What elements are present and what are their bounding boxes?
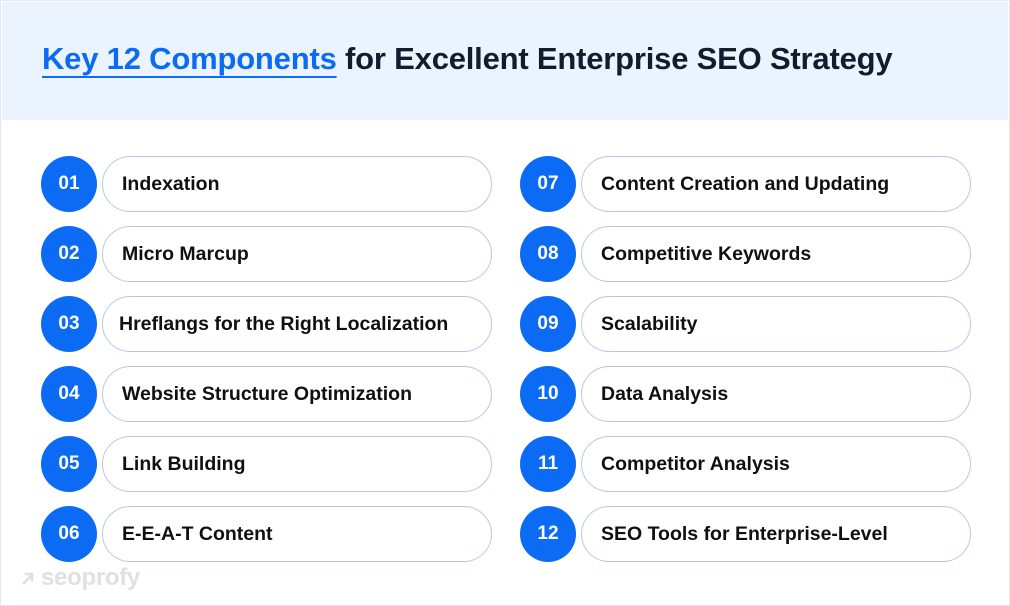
component-label: Micro Marcup (122, 242, 249, 265)
component-item: 06 E-E-A-T Content (41, 506, 493, 562)
component-item: 07 Content Creation and Updating (520, 156, 972, 212)
component-number-badge: 05 (41, 436, 97, 492)
component-number-badge: 08 (520, 226, 576, 282)
page-title: Key 12 Components for Excellent Enterpri… (42, 41, 893, 77)
component-label: E-E-A-T Content (122, 522, 273, 545)
component-label-pill: Competitive Keywords (581, 226, 971, 282)
component-item: 09 Scalability (520, 296, 972, 352)
component-label: Data Analysis (601, 382, 729, 405)
component-item: 05 Link Building (41, 436, 493, 492)
component-label: Indexation (122, 172, 220, 195)
component-label-pill: Link Building (102, 436, 492, 492)
arrow-up-right-icon (22, 572, 34, 585)
component-number-badge: 04 (41, 366, 97, 422)
component-item: 10 Data Analysis (520, 366, 972, 422)
component-item: 01 Indexation (41, 156, 493, 212)
component-label: Website Structure Optimization (122, 382, 413, 405)
component-label-pill: Indexation (102, 156, 492, 212)
component-number-badge: 10 (520, 366, 576, 422)
title-rest: for Excellent Enterprise SEO Strategy (336, 41, 893, 76)
component-item: 03 Hreflangs for the Right Localization (41, 296, 493, 352)
component-item: 11 Competitor Analysis (520, 436, 972, 492)
infographic-frame: Key 12 Components for Excellent Enterpri… (0, 0, 1010, 606)
component-label-pill: Scalability (581, 296, 971, 352)
component-label: Content Creation and Updating (601, 172, 890, 195)
component-label-pill: Micro Marcup (102, 226, 492, 282)
component-label: Link Building (122, 452, 246, 475)
component-label: Competitive Keywords (601, 242, 812, 265)
component-number-badge: 07 (520, 156, 576, 212)
component-item: 12 SEO Tools for Enterprise-Level (520, 506, 972, 562)
component-label: Hreflangs for the Right Localization (119, 312, 449, 335)
brand-logo: seoprofy (21, 564, 140, 592)
component-number-badge: 02 (41, 226, 97, 282)
component-label-pill: Competitor Analysis (581, 436, 971, 492)
component-number-badge: 01 (41, 156, 97, 212)
component-item: 02 Micro Marcup (41, 226, 493, 282)
component-number-badge: 12 (520, 506, 576, 562)
component-number-badge: 06 (41, 506, 97, 562)
component-label-pill: Data Analysis (581, 366, 971, 422)
logo-text: seoprofy (41, 564, 140, 591)
component-item: 04 Website Structure Optimization (41, 366, 493, 422)
component-label: SEO Tools for Enterprise-Level (601, 522, 888, 545)
component-label-pill: Website Structure Optimization (102, 366, 492, 422)
component-label-pill: E-E-A-T Content (102, 506, 492, 562)
component-label-pill: Hreflangs for the Right Localization (102, 296, 492, 352)
component-number-badge: 09 (520, 296, 576, 352)
component-number-badge: 03 (41, 296, 97, 352)
component-label: Competitor Analysis (601, 452, 790, 475)
component-label: Scalability (601, 312, 698, 335)
component-item: 08 Competitive Keywords (520, 226, 972, 282)
title-accent: Key 12 Components (42, 41, 337, 76)
component-label-pill: SEO Tools for Enterprise-Level (581, 506, 971, 562)
component-label-pill: Content Creation and Updating (581, 156, 971, 212)
component-number-badge: 11 (520, 436, 576, 492)
